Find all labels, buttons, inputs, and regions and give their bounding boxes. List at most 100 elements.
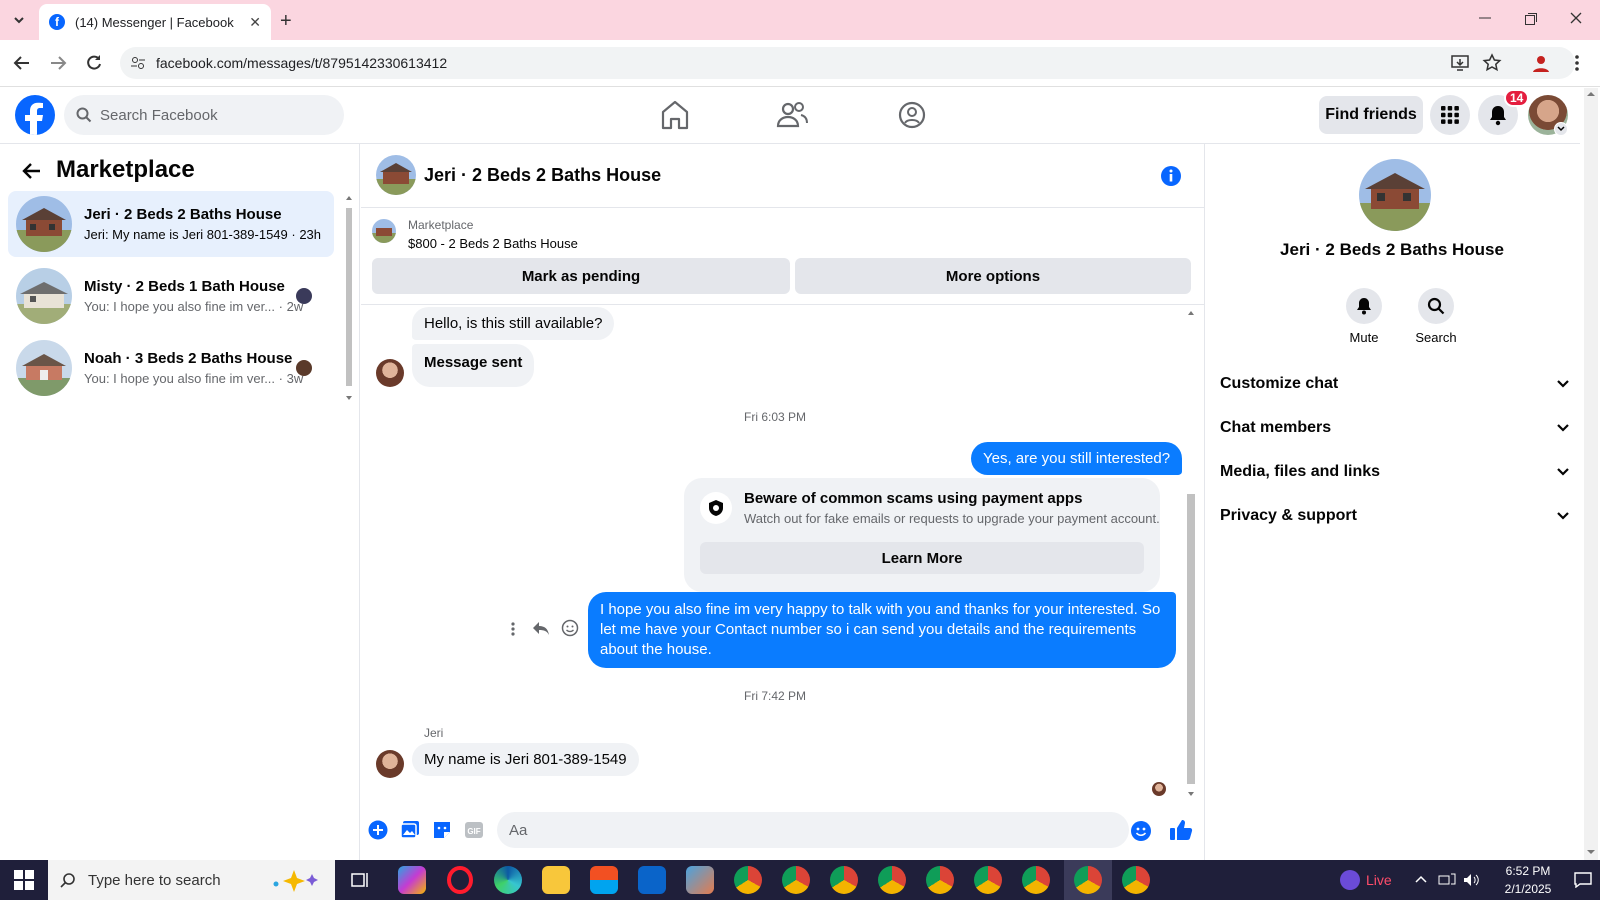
react-emoji-icon[interactable] (561, 619, 579, 637)
timestamp: Fri 7:42 PM (744, 689, 807, 703)
incoming-message[interactable]: My name is Jeri 801-389-1549 (412, 743, 639, 776)
incoming-message[interactable]: Message sent (412, 344, 535, 387)
back-icon[interactable] (12, 54, 32, 72)
browser-tab[interactable]: f (14) Messenger | Facebook ✕ (39, 4, 271, 40)
store-app-icon[interactable] (590, 866, 618, 894)
restore-icon[interactable] (1524, 12, 1538, 26)
media-files-links-section[interactable]: Media, files and links (1220, 452, 1570, 492)
chrome-app-icon[interactable] (1074, 866, 1102, 894)
facebook-logo[interactable] (15, 95, 55, 135)
info-title: Jeri · 2 Beds 2 Baths House (1280, 240, 1504, 259)
chrome-app-icon[interactable] (926, 866, 954, 894)
photos-app-icon[interactable] (686, 866, 714, 894)
chrome-app-icon[interactable] (782, 866, 810, 894)
site-info-icon[interactable] (130, 55, 146, 71)
chat-members-section[interactable]: Chat members (1220, 408, 1570, 448)
chrome-app-icon[interactable] (1122, 866, 1150, 894)
conversation-preview: You: I hope you also fine im ver... · 3w (84, 371, 304, 386)
chrome-app-icon[interactable] (830, 866, 858, 894)
back-arrow-icon[interactable] (22, 162, 42, 180)
search-in-chat-button[interactable]: Search (1408, 288, 1464, 345)
bell-icon (1490, 106, 1506, 126)
add-attachment-icon[interactable] (368, 820, 388, 840)
mute-button[interactable]: Mute (1336, 288, 1392, 345)
menu-grid-button[interactable] (1430, 95, 1470, 135)
close-window-icon[interactable] (1569, 11, 1583, 25)
outgoing-message[interactable]: Yes, are you still interested? (971, 442, 1183, 475)
account-chevron-icon[interactable] (1554, 122, 1568, 136)
notification-badge: 14 (1504, 89, 1530, 107)
friends-icon[interactable] (772, 98, 812, 132)
scam-warning-card: Beware of common scams using payment app… (684, 478, 1160, 592)
listing-thumbnail-small[interactable] (372, 219, 396, 243)
chrome-app-icon[interactable] (878, 866, 906, 894)
conversation-item[interactable]: Noah · 3 Beds 2 Baths House You: I hope … (8, 335, 334, 401)
opera-app-icon[interactable] (446, 866, 474, 894)
photo-icon[interactable] (400, 820, 420, 840)
forward-icon[interactable] (48, 54, 68, 72)
new-tab-icon[interactable]: + (280, 10, 292, 33)
page-scrollbar[interactable] (1584, 88, 1598, 860)
taskbar-search-input[interactable]: Type here to search (48, 860, 335, 900)
mute-label: Mute (1349, 330, 1379, 345)
mark-as-pending-button[interactable]: Mark as pending (372, 258, 790, 294)
conversation-scrollbar[interactable] (345, 194, 353, 404)
edge-app-icon[interactable] (494, 866, 522, 894)
volume-icon[interactable] (1462, 871, 1480, 889)
incoming-message[interactable]: Hello, is this still available? (412, 307, 615, 340)
reload-icon[interactable] (84, 53, 104, 73)
listing-price[interactable]: $800 - 2 Beds 2 Baths House (408, 236, 578, 251)
scam-warning-title: Beware of common scams using payment app… (744, 490, 1083, 507)
conversation-preview: You: I hope you also fine im ver... · 2w (84, 299, 304, 314)
more-actions-icon[interactable] (510, 620, 516, 638)
bookmark-star-icon[interactable] (1482, 53, 1502, 73)
gif-icon[interactable]: GIF (464, 820, 484, 840)
notification-center-icon[interactable] (1574, 872, 1592, 888)
customize-chat-section[interactable]: Customize chat (1220, 364, 1570, 404)
chrome-app-icon[interactable] (974, 866, 1002, 894)
groups-icon[interactable] (892, 98, 932, 132)
learn-more-button[interactable]: Learn More (700, 542, 1144, 574)
minimize-icon[interactable] (1478, 10, 1492, 24)
clock-time[interactable]: 6:52 PM (1494, 864, 1562, 878)
install-app-icon[interactable] (1451, 54, 1469, 72)
outlook-app-icon[interactable] (638, 866, 666, 894)
live-label[interactable]: Live (1366, 872, 1392, 888)
emoji-icon[interactable] (1130, 820, 1152, 842)
close-tab-icon[interactable]: ✕ (249, 14, 261, 31)
info-avatar[interactable] (1359, 159, 1431, 231)
message-input[interactable]: Aa (497, 812, 1129, 848)
conversation-item[interactable]: Jeri · 2 Beds 2 Baths House Jeri: My nam… (8, 191, 334, 257)
tab-search-chevron-icon[interactable] (10, 11, 28, 29)
privacy-support-section[interactable]: Privacy & support (1220, 496, 1570, 536)
reply-icon[interactable] (531, 619, 551, 637)
browser-menu-icon[interactable] (1574, 54, 1580, 72)
profile-icon[interactable] (1532, 54, 1550, 72)
windows-start-icon[interactable] (14, 870, 34, 890)
info-icon[interactable] (1160, 165, 1182, 187)
chat-avatar[interactable] (376, 155, 416, 195)
sparkle-icon (264, 868, 324, 892)
conversation-name: Noah · 3 Beds 2 Baths House (84, 350, 293, 367)
chat-title[interactable]: Jeri · 2 Beds 2 Baths House (424, 165, 661, 186)
home-icon[interactable] (655, 98, 695, 132)
facebook-search-input[interactable]: Search Facebook (64, 95, 344, 135)
sticker-icon[interactable] (432, 820, 452, 840)
live-widget-icon[interactable] (1340, 870, 1360, 890)
file-explorer-icon[interactable] (542, 866, 570, 894)
tray-chevron-icon[interactable] (1414, 873, 1428, 885)
url-field[interactable]: facebook.com/messages/t/8795142330613412 (120, 47, 1575, 79)
network-icon[interactable] (1438, 872, 1456, 888)
chat-scrollbar[interactable] (1186, 308, 1196, 800)
tab-title: (14) Messenger | Facebook (75, 14, 234, 30)
more-options-button[interactable]: More options (795, 258, 1191, 294)
like-thumb-icon[interactable] (1169, 818, 1193, 842)
find-friends-button[interactable]: Find friends (1319, 96, 1423, 134)
task-view-icon[interactable] (350, 870, 370, 890)
chrome-app-icon[interactable] (734, 866, 762, 894)
chrome-app-icon[interactable] (1022, 866, 1050, 894)
outgoing-message[interactable]: I hope you also fine im very happy to ta… (588, 592, 1176, 668)
conversation-item[interactable]: Misty · 2 Beds 1 Bath House You: I hope … (8, 263, 334, 329)
clock-date[interactable]: 2/1/2025 (1494, 882, 1562, 896)
copilot-app-icon[interactable] (398, 866, 426, 894)
